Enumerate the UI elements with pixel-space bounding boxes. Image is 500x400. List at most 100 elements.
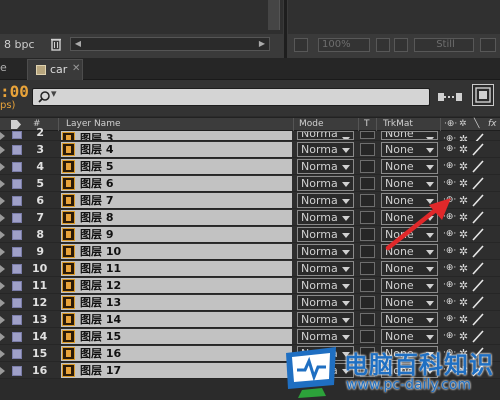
preserve-transparency-checkbox[interactable]: [360, 330, 375, 343]
sun-switch-icon[interactable]: ✲: [457, 245, 470, 258]
preserve-transparency-checkbox[interactable]: [360, 296, 375, 309]
label-color-swatch[interactable]: [12, 162, 22, 172]
blend-mode-dropdown[interactable]: Norma: [297, 159, 354, 174]
horizontal-scrollbar[interactable]: ◀ ▶: [70, 37, 270, 51]
comp-mini-flowchart-icon[interactable]: [436, 88, 464, 106]
shy-switch-icon[interactable]: ·⊕·: [443, 177, 456, 190]
layer-search-input[interactable]: ▾: [32, 87, 430, 106]
snapshot-icon[interactable]: [376, 38, 390, 52]
panel-divider[interactable]: [284, 0, 287, 58]
label-color-swatch[interactable]: [12, 213, 22, 223]
sun-switch-icon[interactable]: ✲: [457, 330, 470, 343]
layer-row[interactable]: 12 图层 13 Norma None ·⊕· ✲: [0, 294, 500, 311]
pen-switch-icon[interactable]: [471, 244, 485, 259]
column-trkmat[interactable]: TrkMat: [383, 118, 413, 131]
expand-triangle-icon[interactable]: [0, 132, 5, 140]
vertical-scrollbar[interactable]: [268, 0, 280, 30]
label-color-swatch[interactable]: [12, 332, 22, 342]
layer-name-cell[interactable]: 图层 14: [61, 312, 292, 327]
sun-switch-icon[interactable]: ✲: [457, 194, 470, 207]
pen-switch-icon[interactable]: [471, 295, 485, 310]
layer-name-cell[interactable]: 图层 3: [61, 131, 292, 140]
search-dropdown-caret[interactable]: ▾: [51, 87, 57, 100]
sun-switch-icon[interactable]: ✲: [457, 296, 470, 309]
layer-name-cell[interactable]: 图层 6: [61, 176, 292, 191]
tab-previous[interactable]: e: [0, 61, 7, 74]
expand-triangle-icon[interactable]: [0, 333, 5, 341]
preserve-transparency-checkbox[interactable]: [360, 211, 375, 224]
collapse-header-icon[interactable]: ✲: [459, 118, 467, 131]
pen-switch-icon[interactable]: [471, 142, 485, 157]
expand-triangle-icon[interactable]: [0, 163, 5, 171]
graph-editor-toggle-icon[interactable]: [472, 84, 494, 106]
viewer-grid-icon[interactable]: [294, 38, 308, 52]
expand-triangle-icon[interactable]: [0, 197, 5, 205]
expand-triangle-icon[interactable]: [0, 282, 5, 290]
layer-name-cell[interactable]: 图层 5: [61, 159, 292, 174]
tag-icon[interactable]: [10, 119, 22, 130]
blend-mode-dropdown[interactable]: Norma: [297, 329, 354, 344]
track-matte-dropdown[interactable]: None: [381, 312, 438, 327]
sun-switch-icon[interactable]: ✲: [457, 262, 470, 275]
sun-switch-icon[interactable]: ✲: [457, 177, 470, 190]
blend-mode-dropdown[interactable]: Norma: [297, 278, 354, 293]
tab-close-icon[interactable]: ✕: [72, 63, 80, 74]
preserve-transparency-checkbox[interactable]: [360, 131, 375, 139]
shy-switch-icon[interactable]: ·⊕·: [443, 143, 456, 156]
label-color-swatch[interactable]: [12, 230, 22, 240]
pen-switch-icon[interactable]: [471, 329, 485, 344]
expand-triangle-icon[interactable]: [0, 146, 5, 154]
quality-dropdown[interactable]: Still: [414, 38, 474, 52]
layer-row[interactable]: 4 图层 5 Norma None ·⊕· ✲: [0, 158, 500, 175]
preserve-transparency-checkbox[interactable]: [360, 245, 375, 258]
layer-name-cell[interactable]: 图层 8: [61, 210, 292, 225]
layer-row[interactable]: 3 图层 4 Norma None ·⊕· ✲: [0, 141, 500, 158]
sun-switch-icon[interactable]: ✲: [457, 313, 470, 326]
track-matte-dropdown[interactable]: None: [381, 142, 438, 157]
layer-name-cell[interactable]: 图层 7: [61, 193, 292, 208]
label-color-swatch[interactable]: [12, 349, 22, 359]
expand-triangle-icon[interactable]: [0, 367, 5, 375]
shy-switch-icon[interactable]: ·⊕·: [443, 296, 456, 309]
quality-header-icon[interactable]: ╲: [474, 118, 479, 131]
blend-mode-dropdown[interactable]: Norma: [297, 176, 354, 191]
shy-header-icon[interactable]: ·⊕·: [444, 118, 457, 131]
layer-row[interactable]: 2 图层 3 Norma None ·⊕· ✲: [0, 126, 500, 146]
blend-mode-dropdown[interactable]: Norma: [297, 142, 354, 157]
layer-name-cell[interactable]: 图层 10: [61, 244, 292, 259]
channel-icon[interactable]: [394, 38, 408, 52]
blend-mode-dropdown[interactable]: Norma: [297, 193, 354, 208]
blend-mode-dropdown[interactable]: Norma: [297, 210, 354, 225]
label-color-swatch[interactable]: [12, 131, 22, 139]
sun-switch-icon[interactable]: ✲: [457, 279, 470, 292]
current-timecode[interactable]: :00: [0, 82, 29, 101]
track-matte-dropdown[interactable]: None: [381, 176, 438, 191]
layer-name-cell[interactable]: 图层 17: [61, 363, 292, 378]
blend-mode-dropdown[interactable]: Norma: [297, 131, 354, 140]
blend-mode-dropdown[interactable]: Norma: [297, 244, 354, 259]
zoom-dropdown[interactable]: 100%: [318, 38, 370, 52]
search-icon[interactable]: [37, 90, 51, 104]
pen-switch-icon[interactable]: [471, 227, 485, 242]
pen-switch-icon[interactable]: [471, 278, 485, 293]
pen-switch-icon[interactable]: [471, 210, 485, 225]
pen-switch-icon[interactable]: [471, 159, 485, 174]
label-color-swatch[interactable]: [12, 298, 22, 308]
scroll-left-icon[interactable]: ◀: [71, 38, 85, 50]
blend-mode-dropdown[interactable]: Norma: [297, 227, 354, 242]
label-color-swatch[interactable]: [12, 264, 22, 274]
pen-switch-icon[interactable]: [471, 312, 485, 327]
layer-row[interactable]: 11 图层 12 Norma None ·⊕· ✲: [0, 277, 500, 294]
track-matte-dropdown[interactable]: None: [381, 131, 438, 140]
expand-triangle-icon[interactable]: [0, 231, 5, 239]
shy-switch-icon[interactable]: ·⊕·: [443, 330, 456, 343]
layer-name-cell[interactable]: 图层 11: [61, 261, 292, 276]
layer-name-cell[interactable]: 图层 16: [61, 346, 292, 361]
expand-triangle-icon[interactable]: [0, 214, 5, 222]
layer-name-cell[interactable]: 图层 13: [61, 295, 292, 310]
layer-name-cell[interactable]: 图层 4: [61, 142, 292, 157]
bit-depth-label[interactable]: 8 bpc: [4, 38, 35, 51]
blend-mode-dropdown[interactable]: Norma: [297, 261, 354, 276]
expand-triangle-icon[interactable]: [0, 350, 5, 358]
preserve-transparency-checkbox[interactable]: [360, 177, 375, 190]
